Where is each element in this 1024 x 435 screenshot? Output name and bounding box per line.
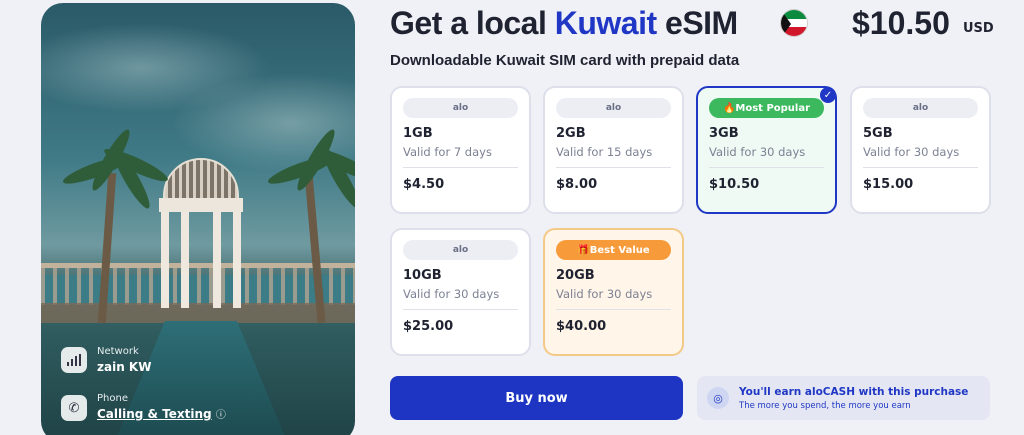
alo-logo: alo <box>556 98 671 118</box>
coins-icon: ◎ <box>707 387 729 409</box>
most-popular-badge: 🔥 Most Popular <box>709 98 824 118</box>
country-name: Kuwait <box>554 5 657 41</box>
phone-icon: ✆ <box>61 395 87 421</box>
selected-price: $10.50 <box>852 5 950 41</box>
plan-card-2gb[interactable]: alo 2GB Valid for 15 days $8.00 <box>543 86 684 214</box>
info-icon[interactable]: ⓘ <box>216 410 226 421</box>
page-subtitle: Downloadable Kuwait SIM card with prepai… <box>390 52 740 69</box>
plan-size: 5GB <box>863 126 893 141</box>
plan-price: $25.00 <box>403 319 454 334</box>
phone-value[interactable]: Calling & Texting <box>97 407 212 421</box>
network-label: Network <box>97 346 139 357</box>
phone-info[interactable]: ✆ Phone Calling & Texting ⓘ <box>61 392 321 424</box>
plan-price: $40.00 <box>556 319 607 334</box>
gazebo <box>159 158 243 308</box>
destination-image: Network zain KW ✆ Phone Calling & Textin… <box>41 3 355 435</box>
plan-price: $10.50 <box>709 177 760 192</box>
plan-price: $8.00 <box>556 177 598 192</box>
plan-size: 10GB <box>403 268 442 283</box>
network-info: Network zain KW <box>61 345 321 375</box>
kuwait-flag-icon <box>780 9 808 37</box>
buy-now-button[interactable]: Buy now <box>390 376 683 420</box>
plan-validity: Valid for 30 days <box>863 145 960 159</box>
alo-logo: alo <box>403 240 518 260</box>
page-title: Get a local Kuwait eSIM <box>390 5 738 41</box>
plan-card-20gb[interactable]: 🎁 Best Value 20GB Valid for 30 days $40.… <box>543 228 684 356</box>
plan-validity: Valid for 7 days <box>403 145 492 159</box>
plan-validity: Valid for 30 days <box>709 145 806 159</box>
signal-icon <box>61 347 87 373</box>
plan-size: 20GB <box>556 268 595 283</box>
plan-size: 3GB <box>709 126 739 141</box>
alocash-subtitle: The more you spend, the more you earn <box>739 400 911 411</box>
alo-logo: alo <box>403 98 518 118</box>
alo-logo: alo <box>863 98 978 118</box>
plan-card-3gb[interactable]: ✓ 🔥 Most Popular 3GB Valid for 30 days $… <box>696 86 837 214</box>
plan-card-1gb[interactable]: alo 1GB Valid for 7 days $4.50 <box>390 86 531 214</box>
plan-validity: Valid for 30 days <box>556 287 653 301</box>
plan-validity: Valid for 30 days <box>403 287 500 301</box>
selected-check-icon: ✓ <box>820 87 836 103</box>
alocash-banner: ◎ You'll earn aloCASH with this purchase… <box>697 376 990 420</box>
currency-label: USD <box>963 21 994 36</box>
network-value: zain KW <box>97 360 152 374</box>
plan-validity: Valid for 15 days <box>556 145 653 159</box>
plan-size: 2GB <box>556 126 586 141</box>
plan-card-10gb[interactable]: alo 10GB Valid for 30 days $25.00 <box>390 228 531 356</box>
plan-size: 1GB <box>403 126 433 141</box>
plan-price: $4.50 <box>403 177 445 192</box>
phone-label: Phone <box>97 393 128 404</box>
plan-price: $15.00 <box>863 177 914 192</box>
alocash-title: You'll earn aloCASH with this purchase <box>739 385 969 398</box>
plan-card-5gb[interactable]: alo 5GB Valid for 30 days $15.00 <box>850 86 991 214</box>
best-value-badge: 🎁 Best Value <box>556 240 671 260</box>
